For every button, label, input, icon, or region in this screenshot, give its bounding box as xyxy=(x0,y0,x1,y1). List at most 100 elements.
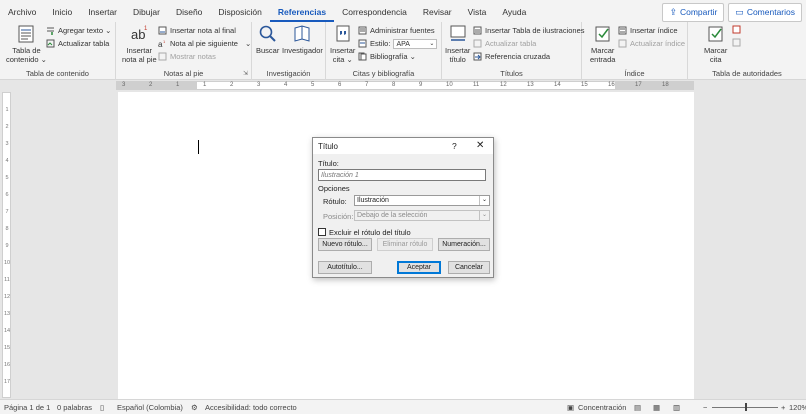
insert-citation-icon xyxy=(336,25,350,42)
insert-table-of-authorities-icon[interactable] xyxy=(732,25,741,34)
autocaption-button[interactable]: Autotítulo... xyxy=(318,261,372,274)
cross-reference-label: Referencia cruzada xyxy=(485,52,551,61)
vertical-ruler-number: 13 xyxy=(3,311,11,317)
group-table-of-contents: Tabla de contenido ⌄ Agregar texto ⌄ Act… xyxy=(0,22,116,80)
mark-entry-button[interactable]: Marcar entrada xyxy=(590,24,615,64)
vertical-ruler-number: 5 xyxy=(5,175,9,181)
add-text-button[interactable]: Agregar texto ⌄ xyxy=(46,25,111,36)
tab-correspondencia[interactable]: Correspondencia xyxy=(334,0,415,22)
web-layout-icon[interactable]: ▥ xyxy=(673,403,680,412)
show-notes-icon xyxy=(158,52,167,61)
vertical-ruler-number: 14 xyxy=(3,328,11,334)
numbering-button[interactable]: Numeración... xyxy=(438,238,490,251)
horizontal-ruler-area: 3 2 1 1 2 3 4 5 6 7 8 9 10 11 12 13 14 15 16 17 18 xyxy=(0,80,806,91)
vertical-ruler-number: 2 xyxy=(5,124,9,130)
insert-caption-icon xyxy=(450,25,466,41)
vertical-ruler[interactable]: 1 2 3 4 5 6 7 8 9 10 11 12 13 14 15 16 17 xyxy=(2,92,11,398)
proofing-icon[interactable]: ▯ xyxy=(100,403,104,412)
show-notes-button[interactable]: Mostrar notas xyxy=(158,51,216,62)
tab-revisar[interactable]: Revisar xyxy=(415,0,460,22)
status-bar: Página 1 de 1 0 palabras ▯ Español (Colo… xyxy=(0,399,806,414)
style-value: APA xyxy=(396,40,410,48)
tab-ayuda[interactable]: Ayuda xyxy=(494,0,534,22)
vertical-ruler-number: 15 xyxy=(3,345,11,351)
ruler-number: 3 xyxy=(257,82,261,88)
zoom-in-button[interactable]: + xyxy=(781,403,785,412)
text-cursor xyxy=(198,140,199,154)
cross-reference-button[interactable]: Referencia cruzada xyxy=(473,51,550,62)
insert-table-of-figures-button[interactable]: Insertar Tabla de ilustraciones xyxy=(473,25,585,36)
svg-text:1: 1 xyxy=(144,26,148,32)
new-label-button[interactable]: Nuevo rótulo... xyxy=(318,238,372,251)
insert-index-button[interactable]: Insertar índice xyxy=(618,25,678,36)
exclude-label-checkbox[interactable] xyxy=(318,228,326,236)
close-icon[interactable]: ✕ xyxy=(476,140,484,151)
manage-sources-icon xyxy=(358,26,367,35)
mark-citation-button[interactable]: Marcar cita xyxy=(704,24,727,64)
insert-citation-button[interactable]: Insertar cita ⌄ xyxy=(330,24,355,64)
vertical-ruler-number: 11 xyxy=(4,277,10,283)
ok-button[interactable]: Aceptar xyxy=(397,261,441,274)
footnotes-dialog-launcher-icon[interactable]: ⇲ xyxy=(243,70,248,77)
next-footnote-dropdown-icon[interactable]: ⌄ xyxy=(245,39,251,48)
accessibility-icon: ⚙ xyxy=(191,403,198,412)
tab-referencias[interactable]: Referencias xyxy=(269,0,335,22)
update-table-of-figures-button[interactable]: Actualizar tabla xyxy=(473,38,536,49)
page-count[interactable]: Página 1 de 1 xyxy=(4,403,50,412)
manage-sources-button[interactable]: Administrar fuentes xyxy=(358,25,435,36)
help-icon[interactable]: ? xyxy=(452,141,457,151)
ruler-number: 18 xyxy=(662,82,669,88)
search-button[interactable]: Buscar xyxy=(256,24,279,55)
researcher-button[interactable]: Investigador xyxy=(282,24,323,55)
ruler-number: 9 xyxy=(419,82,423,88)
share-button[interactable]: ⇪ Compartir xyxy=(662,3,725,22)
bibliography-button[interactable]: Bibliografía ⌄ xyxy=(358,51,416,62)
tab-archivo[interactable]: Archivo xyxy=(0,0,44,22)
exclude-label-text: Excluir el rótulo del título xyxy=(329,228,411,237)
horizontal-ruler[interactable]: 3 2 1 1 2 3 4 5 6 7 8 9 10 11 12 13 14 15 16 17 18 xyxy=(116,81,694,90)
update-table-button[interactable]: Actualizar tabla xyxy=(46,38,109,49)
next-footnote-button[interactable]: a1 Nota al pie siguiente ⌄ xyxy=(158,38,251,49)
tab-insertar[interactable]: Insertar xyxy=(80,0,125,22)
update-index-button[interactable]: Actualizar índice xyxy=(618,38,685,49)
zoom-slider-thumb[interactable] xyxy=(745,403,747,411)
position-dropdown[interactable]: Debajo de la selección ⌄ xyxy=(354,210,490,221)
show-notes-label: Mostrar notas xyxy=(170,52,216,61)
tab-dibujar[interactable]: Dibujar xyxy=(125,0,168,22)
group-label-footnotes: Notas al pie xyxy=(163,69,204,78)
ribbon: Tabla de contenido ⌄ Agregar texto ⌄ Act… xyxy=(0,22,806,80)
insert-index-label: Insertar índice xyxy=(630,26,678,35)
insert-footnote-button[interactable]: ab 1 Insertar nota al pie xyxy=(122,24,157,64)
print-layout-icon[interactable]: ▦ xyxy=(653,403,660,412)
read-mode-icon[interactable]: ▤ xyxy=(634,403,641,412)
table-of-contents-button[interactable]: Tabla de contenido ⌄ xyxy=(6,24,47,64)
endnote-icon xyxy=(158,26,167,35)
vertical-ruler-number: 10 xyxy=(3,260,11,266)
word-count[interactable]: 0 palabras xyxy=(57,403,92,412)
caption-input[interactable]: Ilustración 1 xyxy=(318,169,486,181)
language-indicator[interactable]: Español (Colombia) xyxy=(117,403,183,412)
accessibility-status[interactable]: Accesibilidad: todo correcto xyxy=(205,403,297,412)
group-footnotes: ab 1 Insertar nota al pie Insertar nota a… xyxy=(116,22,252,80)
zoom-out-button[interactable]: − xyxy=(703,403,707,412)
comments-button[interactable]: ▭ Comentarios xyxy=(728,3,802,22)
tab-vista[interactable]: Vista xyxy=(460,0,495,22)
tab-inicio[interactable]: Inicio xyxy=(44,0,80,22)
tab-diseno[interactable]: Diseño xyxy=(168,0,210,22)
zoom-level[interactable]: 120% xyxy=(789,403,806,412)
group-label-research: Investigación xyxy=(266,69,311,78)
cancel-button[interactable]: Cancelar xyxy=(448,261,490,274)
table-of-contents-icon xyxy=(18,25,34,43)
vertical-ruler-number: 16 xyxy=(3,362,11,368)
insert-endnote-button[interactable]: Insertar nota al final xyxy=(158,25,236,36)
toc-label-line1: Tabla de xyxy=(12,46,41,55)
tab-disposicion[interactable]: Disposición xyxy=(210,0,269,22)
search-label: Buscar xyxy=(256,46,280,55)
delete-label-button[interactable]: Eliminar rótulo xyxy=(377,238,433,251)
insert-caption-button[interactable]: Insertar título xyxy=(445,24,470,64)
update-table-of-authorities-icon[interactable] xyxy=(732,38,741,47)
focus-mode-button[interactable]: Concentración xyxy=(578,403,626,412)
insert-endnote-label: Insertar nota al final xyxy=(170,26,236,35)
style-dropdown[interactable]: APA ⌄ xyxy=(393,38,438,49)
label-dropdown[interactable]: Ilustración ⌄ xyxy=(354,195,490,206)
